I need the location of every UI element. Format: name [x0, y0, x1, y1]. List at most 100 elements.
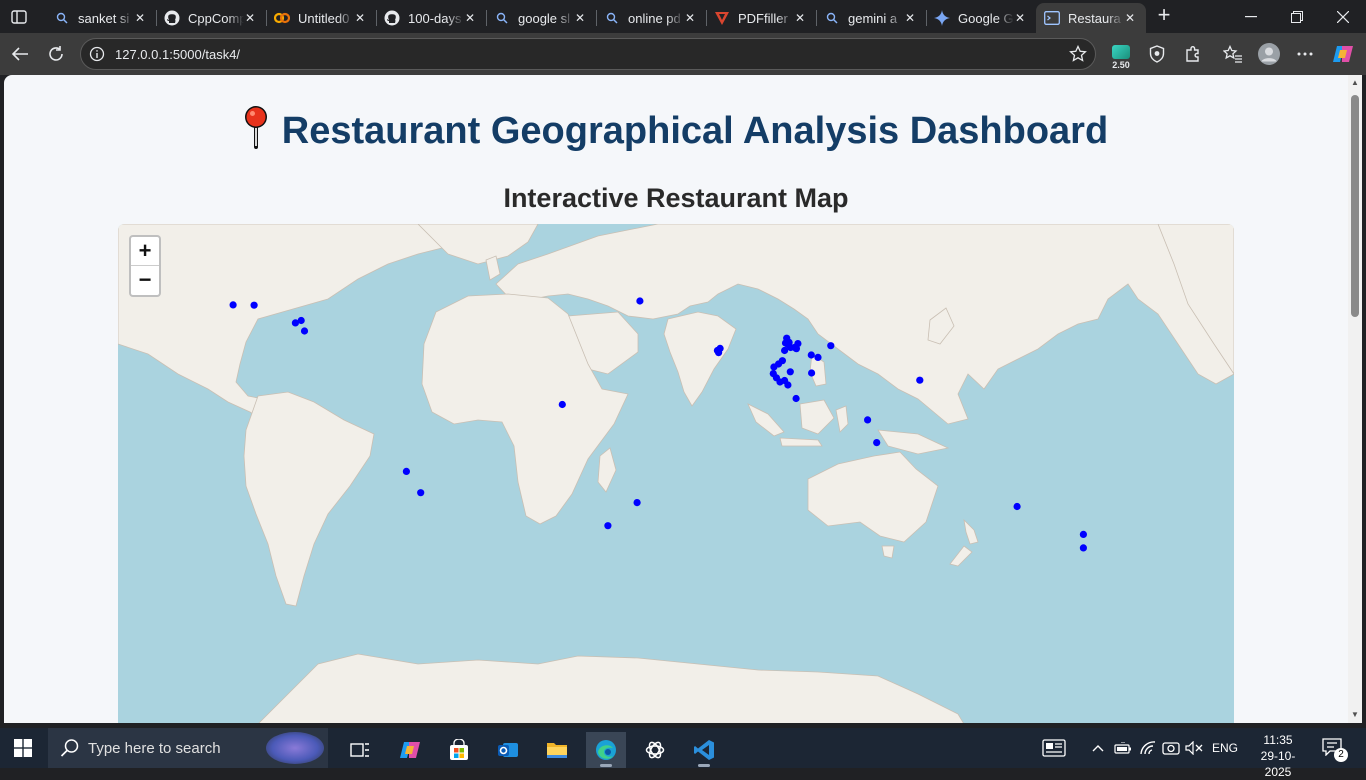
- wifi-icon[interactable]: [1139, 728, 1157, 768]
- url-text[interactable]: 127.0.0.1:5000/task4/: [115, 47, 240, 62]
- restaurant-marker[interactable]: [297, 316, 305, 325]
- copilot-icon[interactable]: [1332, 43, 1354, 65]
- restaurant-marker[interactable]: [1013, 502, 1021, 511]
- edge-browser-icon[interactable]: [586, 732, 626, 768]
- favorite-star-icon[interactable]: [1069, 44, 1087, 63]
- browser-tab[interactable]: CppComp ✕: [156, 3, 266, 33]
- restaurant-marker[interactable]: [792, 345, 801, 353]
- close-window-button[interactable]: [1320, 0, 1366, 33]
- site-info-icon[interactable]: [89, 46, 105, 62]
- page-scrollbar[interactable]: ▲ ▼: [1348, 75, 1362, 723]
- restaurant-marker[interactable]: [300, 327, 309, 335]
- restaurant-marker[interactable]: [807, 351, 815, 359]
- tab-close-icon[interactable]: ✕: [1012, 10, 1028, 26]
- input-language[interactable]: ENG: [1212, 728, 1238, 768]
- restaurant-marker[interactable]: [558, 400, 566, 409]
- restaurant-marker[interactable]: [402, 467, 410, 475]
- restaurant-marker[interactable]: [1079, 544, 1087, 552]
- browser-tab[interactable]: Untitled0 ✕: [266, 3, 376, 33]
- browser-tab[interactable]: Google G ✕: [926, 3, 1036, 33]
- restaurant-marker[interactable]: [814, 353, 822, 361]
- battery-icon[interactable]: [1114, 728, 1132, 768]
- tab-close-icon[interactable]: ✕: [1122, 10, 1138, 26]
- scroll-up-arrow-icon[interactable]: ▲: [1351, 79, 1359, 87]
- back-button[interactable]: [7, 41, 33, 67]
- tab-close-icon[interactable]: ✕: [902, 10, 918, 26]
- outlook-icon[interactable]: [488, 732, 528, 768]
- tab-close-icon[interactable]: ✕: [352, 10, 368, 26]
- restaurant-marker[interactable]: [229, 301, 237, 309]
- tab-close-icon[interactable]: ✕: [682, 10, 698, 26]
- github-icon: [164, 10, 180, 26]
- browser-tab[interactable]: online pd ✕: [596, 3, 706, 33]
- address-bar[interactable]: 127.0.0.1:5000/task4/: [80, 38, 1096, 70]
- browser-tab[interactable]: Restaura ✕: [1036, 3, 1146, 33]
- microsoft-store-icon[interactable]: [439, 732, 479, 768]
- browser-tab[interactable]: 100-days ✕: [376, 3, 486, 33]
- restaurant-marker[interactable]: [781, 376, 789, 385]
- profile-avatar-icon[interactable]: [1258, 43, 1280, 65]
- notification-center-icon[interactable]: 2: [1322, 738, 1348, 762]
- chatgpt-icon[interactable]: [635, 732, 675, 768]
- tab-close-icon[interactable]: ✕: [462, 10, 478, 26]
- zoom-out-button[interactable]: −: [131, 266, 159, 295]
- scrollbar-thumb[interactable]: [1351, 95, 1359, 317]
- browser-tab[interactable]: sanket si ✕: [46, 3, 156, 33]
- tab-title: 100-days: [408, 10, 462, 26]
- restaurant-marker[interactable]: [781, 346, 789, 355]
- reload-button[interactable]: [43, 41, 69, 67]
- tab-actions-menu-icon[interactable]: [8, 6, 30, 28]
- new-tab-button[interactable]: +: [1152, 4, 1176, 28]
- restaurant-marker[interactable]: [715, 349, 723, 357]
- world-basemap[interactable]: [118, 224, 1234, 723]
- extension-badge-icon[interactable]: 2.50: [1110, 45, 1132, 71]
- tab-close-icon[interactable]: ✕: [242, 10, 258, 26]
- restaurant-map[interactable]: + −: [118, 224, 1234, 723]
- tab-title: Untitled0: [298, 10, 350, 26]
- tab-close-icon[interactable]: ✕: [792, 10, 808, 26]
- restaurant-marker[interactable]: [250, 301, 258, 309]
- restaurant-marker[interactable]: [827, 342, 835, 350]
- restaurant-marker[interactable]: [786, 368, 794, 376]
- tab-close-icon[interactable]: ✕: [132, 10, 148, 26]
- taskbar-search-box[interactable]: Type here to search: [48, 728, 328, 768]
- news-widget-icon[interactable]: [1042, 728, 1066, 768]
- restore-button[interactable]: [1274, 0, 1320, 33]
- show-hidden-icons-chevron-icon[interactable]: [1092, 728, 1104, 768]
- file-explorer-icon[interactable]: [537, 732, 577, 768]
- system-clock[interactable]: 11:35 29-10-2025: [1250, 732, 1306, 780]
- minimize-button[interactable]: [1228, 0, 1274, 33]
- restaurant-marker[interactable]: [808, 369, 816, 377]
- restaurant-marker[interactable]: [417, 489, 425, 497]
- windows-start-icon[interactable]: [14, 739, 32, 757]
- browser-tab[interactable]: gemini a ✕: [816, 3, 926, 33]
- restaurant-marker[interactable]: [864, 416, 872, 424]
- tasmania-land: [881, 545, 895, 559]
- restaurant-marker[interactable]: [636, 297, 644, 305]
- browser-tab[interactable]: PDFfiller ✕: [706, 3, 816, 33]
- scroll-down-arrow-icon[interactable]: ▼: [1351, 711, 1359, 719]
- zoom-in-button[interactable]: +: [131, 237, 159, 266]
- restaurant-marker[interactable]: [916, 376, 924, 384]
- camera-app-icon[interactable]: [1162, 728, 1180, 768]
- more-menu-icon[interactable]: [1294, 43, 1316, 65]
- extensions-puzzle-icon[interactable]: [1182, 43, 1204, 65]
- restaurant-marker[interactable]: [770, 363, 778, 371]
- restaurant-marker[interactable]: [1079, 530, 1087, 538]
- tab-title: gemini a: [848, 10, 898, 26]
- restaurant-marker[interactable]: [792, 394, 800, 403]
- tab-title: Restaura: [1068, 10, 1121, 26]
- tab-close-icon[interactable]: ✕: [572, 10, 588, 26]
- restaurant-marker[interactable]: [873, 439, 881, 447]
- copilot-app-icon[interactable]: [390, 732, 430, 768]
- shield-extension-icon[interactable]: [1146, 43, 1168, 65]
- restaurant-marker[interactable]: [604, 522, 612, 530]
- vscode-icon[interactable]: [684, 732, 724, 768]
- volume-muted-icon[interactable]: [1185, 728, 1203, 768]
- favorites-list-icon[interactable]: [1222, 43, 1244, 65]
- extension-badge-label: 2.50: [1112, 60, 1130, 70]
- task-view-icon[interactable]: [340, 732, 380, 768]
- browser-tab[interactable]: google sl ✕: [486, 3, 596, 33]
- search-highlight-image: [266, 732, 324, 764]
- restaurant-marker[interactable]: [633, 499, 641, 507]
